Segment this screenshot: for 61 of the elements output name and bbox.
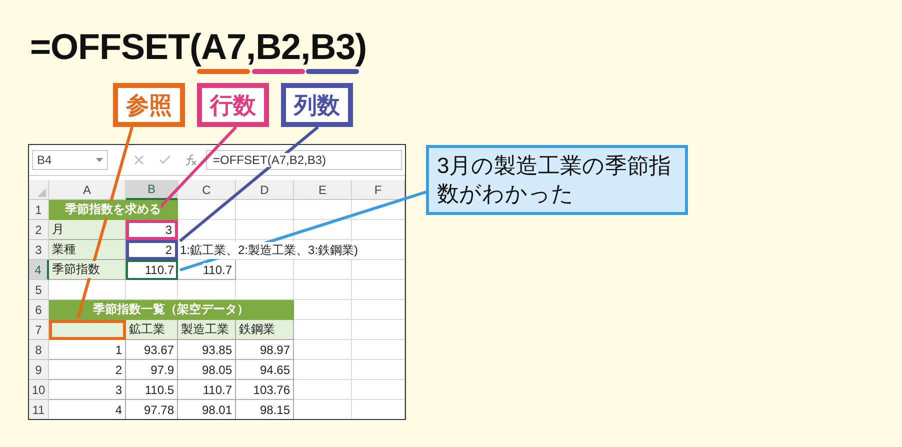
table-cell: 3 bbox=[49, 380, 126, 400]
table-cell: 94.65 bbox=[236, 360, 294, 380]
table-cell: 103.76 bbox=[236, 380, 294, 400]
row-header[interactable]: 6 bbox=[29, 300, 49, 320]
table-cell: 98.97 bbox=[236, 340, 294, 360]
table-cell: 3 bbox=[126, 220, 178, 240]
column-header[interactable]: C bbox=[178, 180, 236, 200]
table-title: 季節指数を求める bbox=[49, 200, 178, 220]
table-cell: 2 bbox=[126, 240, 178, 260]
formula-text: , bbox=[300, 26, 310, 68]
table-cell: 110.5 bbox=[126, 380, 178, 400]
label-tag: 参照 bbox=[113, 83, 185, 127]
row-header[interactable]: 5 bbox=[29, 280, 49, 300]
table-cell: 93.85 bbox=[178, 340, 236, 360]
formula-text: , bbox=[246, 26, 256, 68]
row-header[interactable]: 4 bbox=[29, 260, 49, 280]
callout-text: 3月の製造工業の季節指数がわかった bbox=[437, 152, 672, 208]
table-cell: 97.9 bbox=[126, 360, 178, 380]
formula-text: =OFFSET( bbox=[30, 26, 202, 68]
column-header[interactable]: F bbox=[352, 180, 405, 200]
row-header[interactable]: 7 bbox=[29, 320, 49, 340]
label-tag: 行数 bbox=[197, 83, 269, 127]
table-cell-text: 1:鉱工業、2:製造工業、3:鉄鋼業) bbox=[179, 240, 360, 260]
table-cell: 93.67 bbox=[126, 340, 178, 360]
column-header[interactable]: D bbox=[236, 180, 294, 200]
caret-icon bbox=[96, 158, 103, 162]
column-header[interactable]: A bbox=[49, 180, 126, 200]
column-header[interactable]: B bbox=[126, 180, 178, 200]
row-header[interactable]: 9 bbox=[29, 360, 49, 380]
formula-argument: A7 bbox=[201, 26, 246, 68]
label-tag: 列数 bbox=[281, 83, 353, 127]
check-icon[interactable] bbox=[158, 154, 172, 166]
function-icon[interactable] bbox=[184, 154, 198, 166]
name-box[interactable]: B4 bbox=[32, 150, 108, 170]
column-header[interactable]: E bbox=[294, 180, 352, 200]
table-cell: 110.7 bbox=[178, 380, 236, 400]
cancel-icon[interactable] bbox=[132, 154, 146, 166]
row-header[interactable]: 10 bbox=[29, 380, 49, 400]
table-cell: 98.05 bbox=[178, 360, 236, 380]
table-cell: 製造工業 bbox=[178, 320, 236, 340]
table-cell: 1 bbox=[49, 340, 126, 360]
row-header[interactable]: 11 bbox=[29, 400, 49, 419]
table-cell: 業種 bbox=[49, 240, 126, 260]
table-cell: 110.7 bbox=[126, 260, 178, 280]
cell-reference: B4 bbox=[37, 153, 52, 167]
table-cell: 月 bbox=[49, 220, 126, 240]
row-header[interactable]: 3 bbox=[29, 240, 49, 260]
row-header[interactable]: 8 bbox=[29, 340, 49, 360]
table-cell: 季節指数 bbox=[49, 260, 126, 280]
row-header[interactable]: 2 bbox=[29, 220, 49, 240]
table-cell: 2 bbox=[49, 360, 126, 380]
table-cell: 110.7 bbox=[178, 260, 236, 280]
table-cell: 鉄鋼業 bbox=[236, 320, 294, 340]
table-cell: 鉱工業 bbox=[126, 320, 178, 340]
formula-text: ) bbox=[355, 26, 367, 68]
row-header[interactable]: 1 bbox=[29, 200, 49, 220]
table-title: 季節指数一覧（架空データ） bbox=[49, 300, 294, 320]
select-all-button[interactable] bbox=[29, 180, 49, 200]
formula-argument: B2 bbox=[256, 26, 301, 68]
formula-argument: B3 bbox=[310, 26, 356, 68]
formula-field[interactable]: =OFFSET(A7,B2,B3) bbox=[206, 150, 402, 170]
